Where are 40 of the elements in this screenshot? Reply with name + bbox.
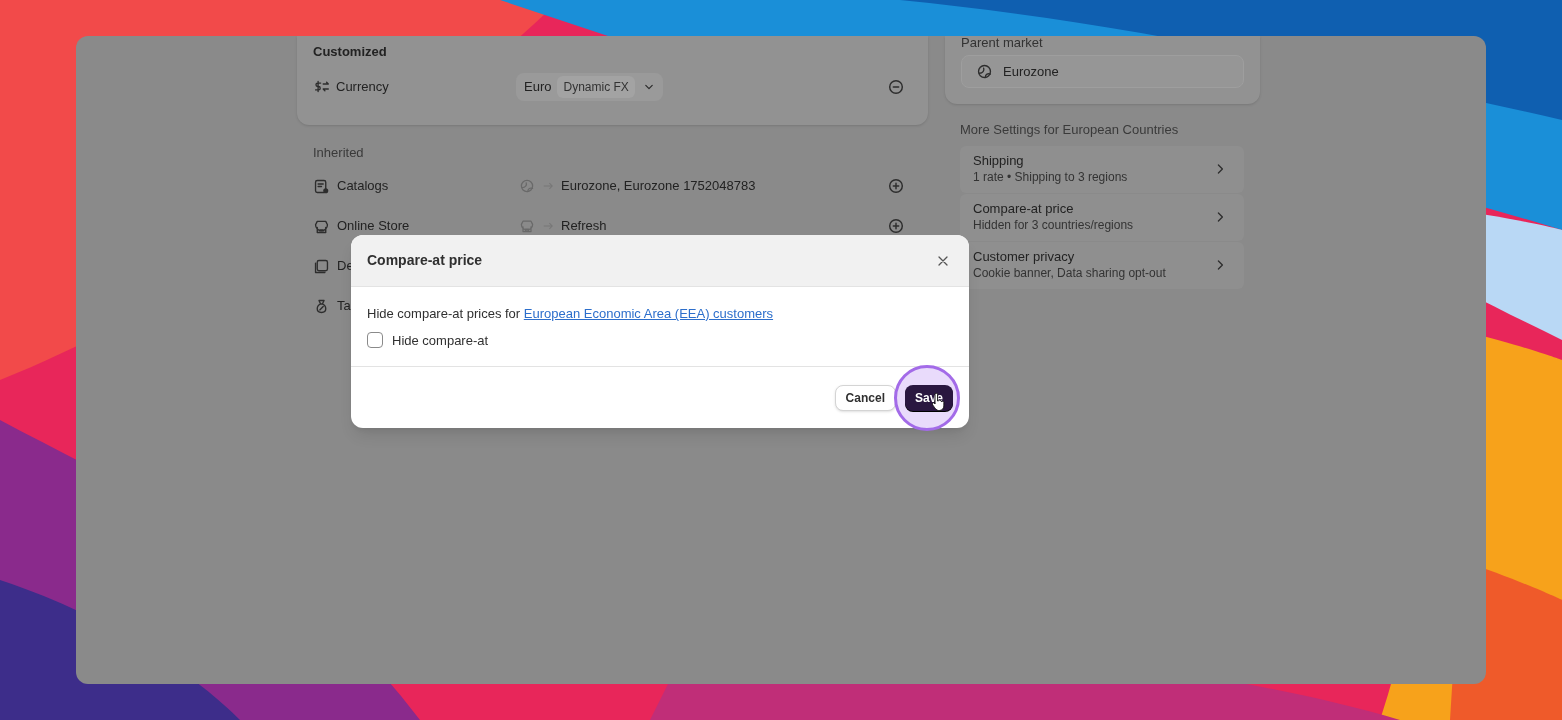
settings-item[interactable]: Shipping 1 rate • Shipping to 3 regions: [960, 145, 1244, 193]
remove-icon: [887, 77, 905, 96]
section-heading: Inherited: [313, 143, 365, 162]
item-subtitle: Cookie banner, Data sharing opt-out: [973, 265, 1167, 281]
section-heading: Customized: [313, 43, 388, 61]
item-title: Shipping: [973, 153, 1025, 169]
currency-exchange-icon: [313, 78, 330, 95]
setting-label: Ta: [337, 297, 351, 316]
settings-item[interactable]: Compare-at price Hidden for 3 countries/regions: [960, 193, 1244, 241]
dialog-title: Compare-at price: [367, 251, 483, 270]
cancel-button[interactable]: Cancel: [834, 384, 896, 411]
remove-button[interactable]: [887, 77, 905, 96]
add-icon: [887, 177, 905, 195]
setting-label: Online Store: [337, 217, 410, 236]
add-icon: [887, 217, 905, 235]
item-title: Customer privacy: [973, 249, 1076, 265]
globe-icon: [976, 63, 993, 80]
add-button[interactable]: [887, 177, 905, 195]
item-subtitle: Hidden for 3 countries/regions: [973, 217, 1135, 233]
item-title: Compare-at price: [973, 201, 1075, 217]
item-subtitle: 1 rate • Shipping to 3 regions: [973, 169, 1129, 185]
select-value: Euro: [524, 77, 552, 96]
market-field[interactable]: Eurozone: [961, 55, 1244, 88]
checkbox[interactable]: [367, 332, 383, 349]
setting-label: Catalogs: [337, 177, 389, 196]
checkbox-label: Hide compare-at: [392, 331, 489, 350]
dialog-text: Hide compare-at prices for European Economic Area (EEA) customers: [367, 305, 775, 323]
eea-link[interactable]: European Economic Area (EEA) customers: [523, 306, 774, 321]
add-button[interactable]: [887, 217, 905, 235]
store-icon: [519, 218, 535, 234]
globe-icon: [519, 178, 535, 194]
section-heading: More Settings for European Countries: [960, 121, 1180, 139]
setting-value: Refresh: [561, 217, 607, 236]
currency-select[interactable]: Euro Dynamic FX: [516, 72, 663, 101]
tag: Dynamic FX: [557, 75, 635, 98]
field-value: Eurozone: [1003, 62, 1059, 81]
setting-label: Currency: [336, 77, 389, 96]
catalog-icon: [313, 177, 330, 195]
card-label: Parent market: [961, 36, 1044, 50]
setting-value: Eurozone, Eurozone 1752048783: [561, 177, 756, 196]
